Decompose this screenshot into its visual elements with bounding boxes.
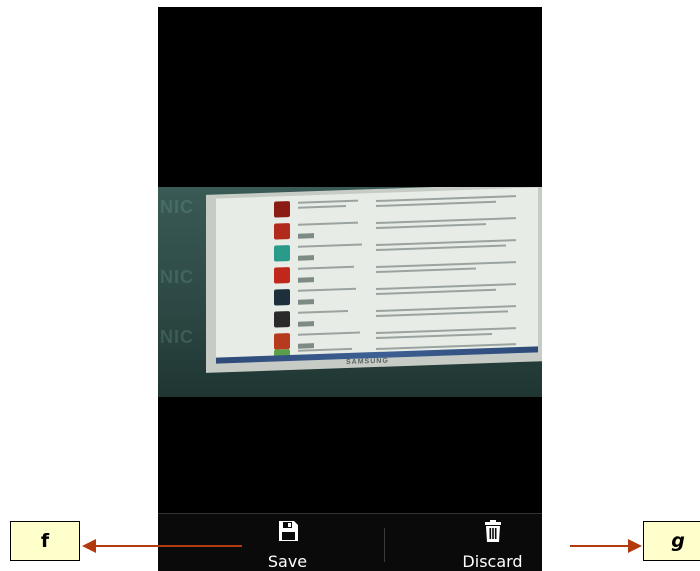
- arrow-to-tag-f: [82, 539, 242, 553]
- annotation-arrows: [82, 539, 642, 553]
- arrow-to-tag-g: [570, 539, 642, 553]
